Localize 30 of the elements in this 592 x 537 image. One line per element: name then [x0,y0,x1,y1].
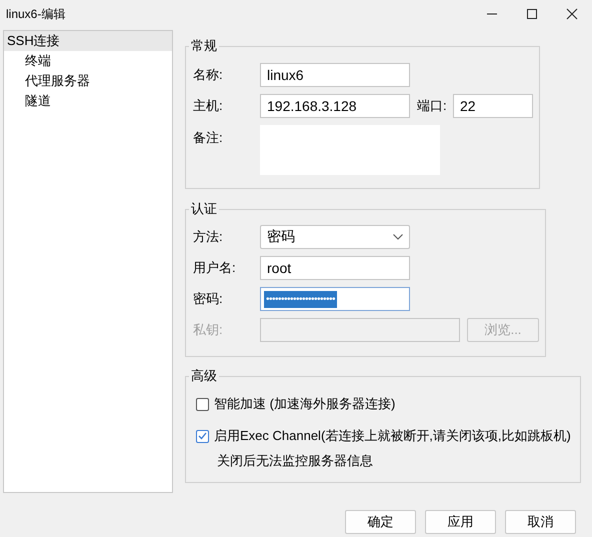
tree-item[interactable]: 代理服务器 [4,71,172,91]
input-field[interactable]: root [260,256,410,280]
checkbox[interactable] [196,398,209,410]
input-field[interactable]: 192.168.3.128 [260,94,410,118]
dialog-button[interactable]: 确定 [345,510,416,534]
field-label: 私钥: [193,321,224,339]
window-title: linux6-编辑 [6,6,66,22]
chevron-down-icon [393,234,403,240]
input-field[interactable]: linux6 [260,63,410,87]
option-label: 启用Exec Channel(若连接上就被断开,请关闭该项,比如跳板机) [214,427,571,445]
tree-item[interactable]: 隧道 [4,91,172,111]
option-label: 智能加速 (加速海外服务器连接) [214,395,396,413]
field-label: 主机: [193,97,224,115]
group-title: 高级 [189,367,219,385]
field-label: 方法: [193,228,224,246]
input-field[interactable]: 22 [453,94,533,118]
password-field[interactable]: ••••••••••••••••••••••• [260,287,410,311]
field-label: 用户名: [193,259,237,277]
field-label: 名称: [193,66,224,84]
field-label: 端口: [417,97,448,115]
dialog-button[interactable]: 应用 [425,510,496,534]
dialog-button[interactable]: 取消 [505,510,576,534]
method-dropdown[interactable]: 密码 [260,225,410,249]
hint-text: 关闭后无法监控服务器信息 [217,452,374,470]
tree-item[interactable]: SSH连接 [4,31,172,51]
field-label: 备注: [193,129,224,147]
field-label: 密码: [193,290,224,308]
tree-item[interactable]: 终端 [4,51,172,71]
checkbox[interactable] [196,430,209,442]
group-title: 认证 [189,200,219,218]
